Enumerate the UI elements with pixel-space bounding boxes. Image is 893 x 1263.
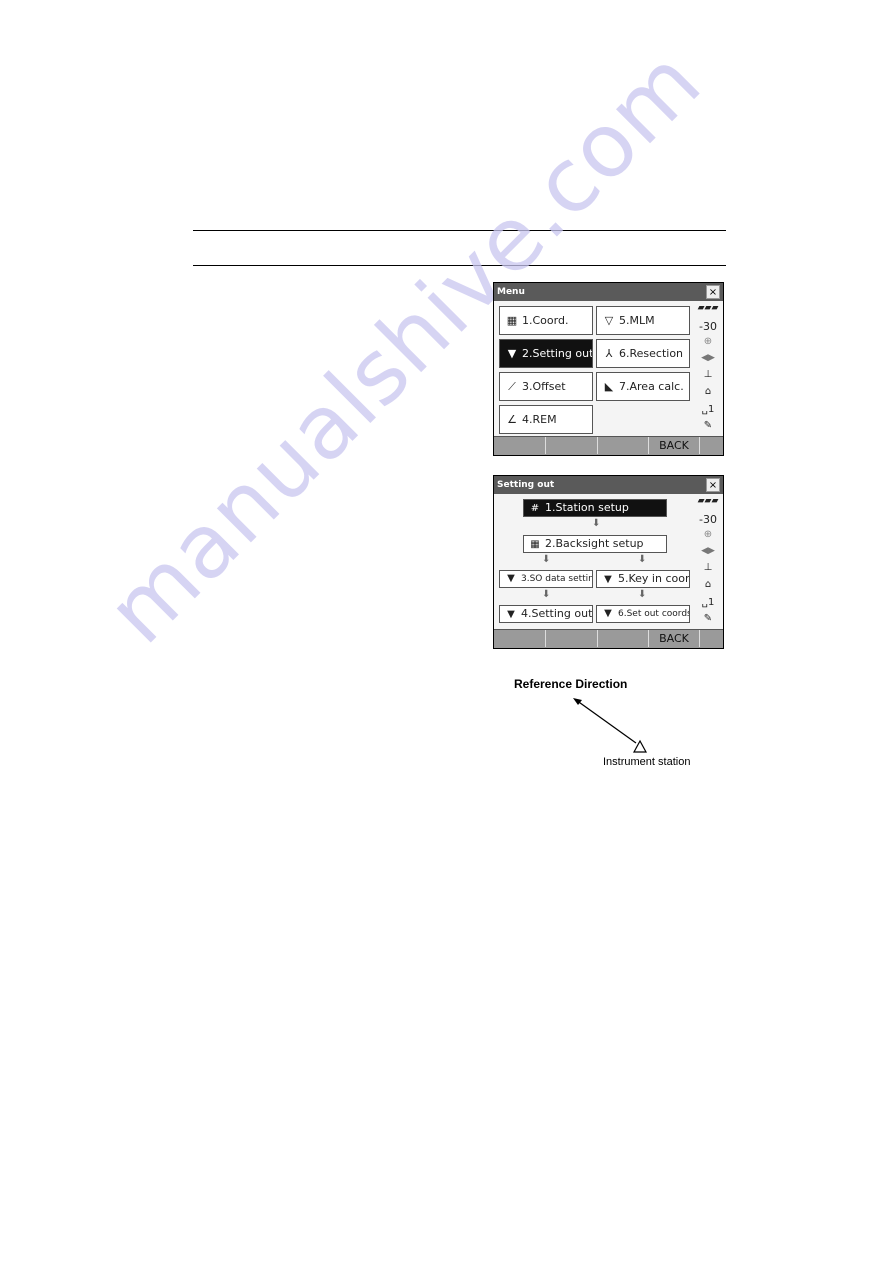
laser-icon[interactable]: ◀▶ xyxy=(693,546,723,556)
target-icon[interactable]: ⊥ xyxy=(693,562,723,573)
prism-constant: -30 xyxy=(699,320,717,333)
status-sidebar: ▰▰▰ -30 ⊕ ◀▶ ⊥ ⌂ ␣1 ✎ xyxy=(693,494,723,630)
instrument-station-label: Instrument station xyxy=(603,756,691,768)
flow-arrow-down-icon: ⬇ xyxy=(542,554,551,565)
menu-titlebar: Menu × xyxy=(494,283,723,301)
menu-item-offset[interactable]: ⟋ 3.Offset xyxy=(499,372,593,401)
menu-item-label: 7.Area calc. xyxy=(619,380,684,393)
flow-arrow-down-icon: ⬇ xyxy=(638,554,647,565)
direction-line xyxy=(575,699,637,744)
edit-icon[interactable]: ✎ xyxy=(693,613,723,624)
prism-constant: -30 xyxy=(699,513,717,526)
step-label: 5.Key in coord xyxy=(618,572,690,585)
edit-icon[interactable]: ✎ xyxy=(693,420,723,431)
menu-item-resection[interactable]: ⅄ 6.Resection xyxy=(596,339,690,368)
close-button[interactable]: × xyxy=(706,478,720,492)
set-out-coords-button[interactable]: ▼ 6.Set out coords xyxy=(596,605,690,623)
softkey-1[interactable] xyxy=(494,437,546,454)
offset-icon: ⟋ xyxy=(508,380,516,393)
header-rule-top xyxy=(193,230,726,231)
page-indicator[interactable]: ␣1 xyxy=(693,404,723,415)
area-icon: ◣ xyxy=(604,380,614,393)
grid-icon: ▦ xyxy=(506,314,518,327)
step-label: 6.Set out coords xyxy=(618,609,690,619)
flow-arrow-down-icon: ⬇ xyxy=(542,589,551,600)
flow-arrow-down-icon: ⬇ xyxy=(592,518,601,529)
rem-icon: ∠ xyxy=(507,413,517,426)
setting-out-button[interactable]: ▼ 4.Setting out xyxy=(499,605,593,623)
battery-icon: ▰▰▰ xyxy=(697,496,719,506)
status-sidebar: ▰▰▰ -30 ⊕ ◀▶ ⊥ ⌂ ␣1 ✎ xyxy=(693,301,723,437)
header-rule-bottom xyxy=(193,265,726,266)
setting-out-titlebar: Setting out × xyxy=(494,476,723,494)
key-in-coord-button[interactable]: ▼ 5.Key in coord xyxy=(596,570,690,588)
menu-item-label: 6.Resection xyxy=(619,347,684,360)
grid-icon: ▦ xyxy=(530,539,540,550)
menu-item-coord[interactable]: ▦ 1.Coord. xyxy=(499,306,593,335)
target-icon[interactable]: ⊥ xyxy=(693,369,723,380)
battery-icon: ▰▰▰ xyxy=(697,303,719,313)
softkey-5[interactable] xyxy=(700,437,723,454)
resection-icon: ⅄ xyxy=(605,347,613,360)
station-setup-button[interactable]: #1.Station setup xyxy=(523,499,667,517)
softkey-bar: BACK xyxy=(494,436,723,455)
prism-pole-icon: ▼ xyxy=(507,609,515,620)
softkey-bar: BACK xyxy=(494,629,723,648)
flow-arrow-down-icon: ⬇ xyxy=(638,589,647,600)
prism-pole-icon: ▼ xyxy=(604,574,612,585)
menu-item-setting-out[interactable]: ▼ 2.Setting out xyxy=(499,339,593,368)
prism-pole-icon: ▼ xyxy=(507,347,517,360)
prism-pole-icon: ▼ xyxy=(507,573,515,584)
step-label: 3.SO data setting xyxy=(521,574,593,584)
menu-item-area-calc[interactable]: ◣ 7.Area calc. xyxy=(596,372,690,401)
so-data-setting-button[interactable]: ▼ 3.SO data setting xyxy=(499,570,593,588)
softkey-5[interactable] xyxy=(700,630,723,647)
softkey-2[interactable] xyxy=(546,437,598,454)
step-label: 2.Backsight setup xyxy=(545,537,644,550)
laser-icon[interactable]: ◀▶ xyxy=(693,353,723,363)
setting-out-body: #1.Station setup ⬇ ▦ 2.Backsight setup ⬇ … xyxy=(494,494,723,630)
menu-title: Menu xyxy=(497,287,525,297)
menu-item-rem[interactable]: ∠ 4.REM xyxy=(499,405,593,434)
menu-screen: Menu × ▦ 1.Coord. ▼ 2.Setting out ⟋ 3.Offse… xyxy=(493,282,724,456)
menu-item-label: 1.Coord. xyxy=(522,314,569,327)
step-label: 4.Setting out xyxy=(521,607,593,620)
back-softkey[interactable]: BACK xyxy=(649,437,700,454)
menu-item-mlm[interactable]: ▽ 5.MLM xyxy=(596,306,690,335)
tilt-icon[interactable]: ⊕ xyxy=(693,529,723,540)
setting-out-screen: Setting out × #1.Station setup ⬇ ▦ 2.Back… xyxy=(493,475,724,649)
softkey-2[interactable] xyxy=(546,630,598,647)
mode-icon[interactable]: ⌂ xyxy=(693,386,723,397)
tilt-icon[interactable]: ⊕ xyxy=(693,336,723,347)
mlm-icon: ▽ xyxy=(604,314,614,327)
backsight-setup-button[interactable]: ▦ 2.Backsight setup xyxy=(523,535,667,553)
page-indicator[interactable]: ␣1 xyxy=(693,597,723,608)
menu-item-label: 5.MLM xyxy=(619,314,655,327)
station-icon: # xyxy=(530,503,540,514)
setting-out-title: Setting out xyxy=(497,480,555,490)
softkey-1[interactable] xyxy=(494,630,546,647)
softkey-3[interactable] xyxy=(598,630,649,647)
close-button[interactable]: × xyxy=(706,285,720,299)
reference-direction-diagram: Reference Direction Instrument station xyxy=(500,672,710,782)
softkey-3[interactable] xyxy=(598,437,649,454)
mode-icon[interactable]: ⌂ xyxy=(693,579,723,590)
menu-body: ▦ 1.Coord. ▼ 2.Setting out ⟋ 3.Offset ∠ 4.RE… xyxy=(494,301,723,437)
prism-pole-icon: ▼ xyxy=(604,608,612,619)
step-label: 1.Station setup xyxy=(545,501,629,514)
back-softkey[interactable]: BACK xyxy=(649,630,700,647)
menu-item-label: 4.REM xyxy=(522,413,557,426)
menu-item-label: 2.Setting out xyxy=(522,347,593,360)
menu-item-label: 3.Offset xyxy=(522,380,566,393)
